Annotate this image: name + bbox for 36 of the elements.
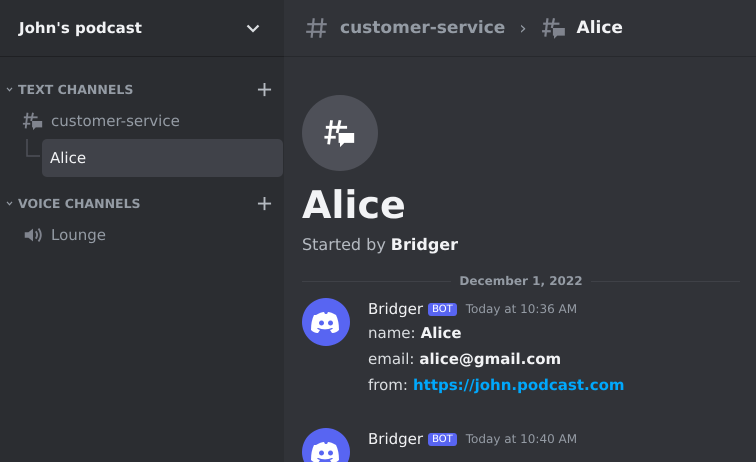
server-name: John's podcast (19, 19, 142, 37)
bot-avatar[interactable] (302, 298, 350, 346)
field-label: name: (368, 323, 416, 344)
category-header[interactable]: TEXT CHANNELS (6, 82, 134, 96)
thread-item[interactable]: Alice (42, 139, 283, 177)
thread-title: Alice (302, 182, 407, 229)
channel-item[interactable]: customer-service (18, 103, 282, 139)
caret-icon (6, 86, 13, 92)
channel-item[interactable]: Lounge (18, 217, 282, 253)
author-name[interactable]: Bridger (368, 430, 424, 448)
bot-tag: BOT (428, 302, 457, 316)
chevron-down-icon[interactable] (246, 24, 260, 32)
started-by-label: Started by (302, 235, 386, 254)
thread-spine-icon (26, 139, 40, 157)
field-value: alice@gmail.com (419, 349, 562, 370)
bot-avatar[interactable] (302, 428, 350, 462)
add-channel-icon[interactable] (257, 82, 272, 96)
add-channel-icon[interactable] (257, 196, 272, 210)
breadcrumb-item[interactable]: customer-service (340, 18, 506, 38)
timestamp: Today at 10:40 AM (466, 432, 578, 446)
field-value: Alice (420, 323, 462, 344)
category-header[interactable]: VOICE CHANNELS (6, 196, 141, 210)
timestamp: Today at 10:36 AM (466, 302, 578, 316)
url-link[interactable]: https://john.podcast.com (412, 372, 625, 398)
author-name[interactable]: Bridger (368, 300, 424, 318)
field-label: email: (368, 349, 414, 370)
forum-channel-icon (22, 110, 44, 132)
breadcrumb-separator: › (519, 18, 527, 38)
forum-channel-icon (540, 15, 567, 41)
starter-name: Bridger (390, 235, 458, 254)
bot-tag: BOT (428, 432, 457, 446)
hashtag-icon (304, 15, 330, 41)
field-label: from: (368, 375, 408, 396)
caret-icon (6, 200, 13, 206)
breadcrumb-item[interactable]: Alice (576, 18, 623, 38)
date-divider: December 1, 2022 (458, 274, 584, 288)
